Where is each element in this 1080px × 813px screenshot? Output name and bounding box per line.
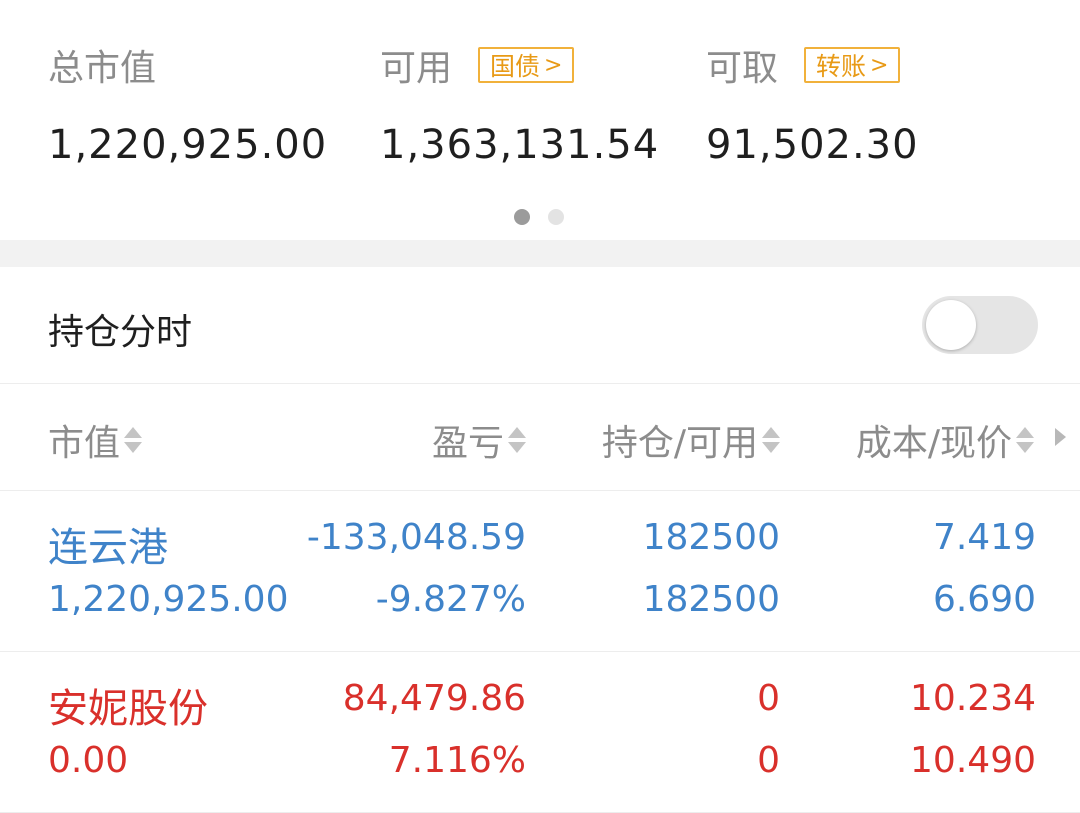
page-dot[interactable]: [514, 209, 530, 225]
current-price: 6.690: [932, 579, 1036, 620]
page-indicator: [514, 209, 564, 225]
cost-price: 10.234: [910, 678, 1036, 719]
transfer-button[interactable]: 转账 >: [804, 47, 901, 83]
section-divider: [0, 240, 1080, 267]
timeshare-label: 持仓分时: [48, 312, 193, 353]
holding-row[interactable]: 安妮股份 0.00 84,479.86 7.116% 0 0 10.234 10…: [0, 652, 1080, 813]
stat-total-market-value: 总市值 1,220,925.00: [48, 40, 327, 168]
timeshare-row: 持仓分时: [0, 267, 1080, 384]
holdings-header: 市值 盈亏 持仓/可用 成本/现价: [0, 384, 1080, 491]
stat-label: 可取: [706, 48, 779, 89]
header-label: 成本/现价: [855, 423, 1012, 464]
cost-price: 7.419: [932, 517, 1036, 558]
pill-label: 转账: [816, 52, 867, 81]
holding-row[interactable]: 连云港 1,220,925.00 -133,048.59 -9.827% 182…: [0, 491, 1080, 652]
toggle-knob: [926, 300, 976, 350]
header-label: 盈亏: [431, 423, 504, 464]
pill-label: 国债: [490, 52, 541, 81]
page-dot[interactable]: [548, 209, 564, 225]
stat-withdrawable: 可取 转账 > 91,502.30: [706, 40, 919, 168]
account-summary: 总市值 1,220,925.00 可用 国债 > 1,363,131.54 可取…: [0, 0, 1080, 240]
profit-loss-percent: -9.827%: [375, 579, 526, 620]
profit-loss: -133,048.59: [306, 517, 526, 558]
chevron-right-icon: >: [870, 52, 889, 78]
header-profit-loss[interactable]: 盈亏: [432, 414, 526, 466]
stock-name: 连云港: [48, 525, 168, 571]
profit-loss: 84,479.86: [342, 678, 526, 719]
stat-available: 可用 国债 > 1,363,131.54: [380, 40, 659, 168]
market-value: 0.00: [48, 740, 129, 781]
market-value: 1,220,925.00: [48, 579, 289, 620]
stat-value: 91,502.30: [706, 122, 919, 168]
sort-icon: [124, 427, 143, 453]
stock-name: 安妮股份: [48, 686, 208, 732]
chevron-right-icon: >: [544, 52, 563, 78]
header-position-available[interactable]: 持仓/可用: [602, 414, 780, 466]
timeshare-toggle[interactable]: [922, 296, 1038, 354]
stat-label: 可用: [380, 48, 453, 89]
header-label: 持仓/可用: [601, 423, 758, 464]
sort-icon: [508, 427, 526, 453]
sort-icon: [1016, 427, 1034, 453]
header-label: 市值: [48, 423, 121, 464]
stat-value: 1,220,925.00: [48, 122, 328, 168]
available: 182500: [642, 579, 780, 620]
available: 0: [757, 740, 780, 781]
current-price: 10.490: [910, 740, 1036, 781]
treasury-bond-button[interactable]: 国债 >: [478, 47, 575, 83]
position: 182500: [642, 517, 780, 558]
header-cost-price[interactable]: 成本/现价: [856, 414, 1034, 466]
scroll-right-icon[interactable]: [1055, 428, 1066, 446]
sort-icon: [762, 427, 780, 453]
stat-label: 总市值: [48, 48, 157, 89]
stat-value: 1,363,131.54: [380, 122, 660, 168]
header-market-value[interactable]: 市值: [48, 414, 143, 466]
profit-loss-percent: 7.116%: [388, 740, 526, 781]
position: 0: [757, 678, 780, 719]
